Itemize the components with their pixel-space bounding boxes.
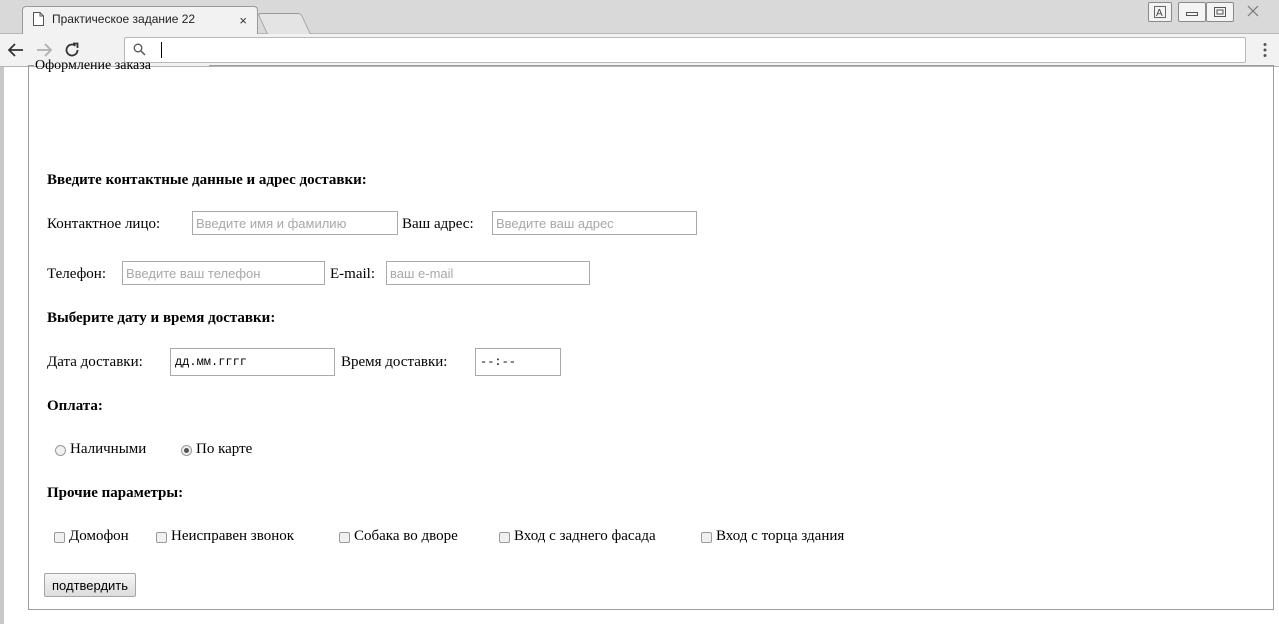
option-checkbox[interactable] <box>499 532 510 543</box>
option-label: Домофон <box>69 528 129 544</box>
text-caret <box>161 42 162 58</box>
submit-button[interactable]: подтвердить <box>44 573 137 597</box>
contact-section-heading: Введите контактные данные и адрес достав… <box>47 172 367 188</box>
profile-icon[interactable]: A <box>1148 2 1172 22</box>
new-tab-button[interactable] <box>257 13 311 34</box>
browser-toolbar <box>0 34 1279 67</box>
option-checkbox[interactable] <box>339 532 350 543</box>
payment-section-heading: Оплата: <box>47 398 103 414</box>
option-checkbox[interactable] <box>156 532 167 543</box>
browser-tab[interactable]: Практическое задание 22 × <box>22 6 258 34</box>
back-arrow-icon[interactable] <box>6 40 26 60</box>
contact-person-label: Контактное лицо: <box>47 216 161 232</box>
payment-card-label: По карте <box>196 441 253 457</box>
email-label: E-mail: <box>330 266 375 282</box>
address-label: Ваш адрес: <box>402 216 474 232</box>
option-label: Вход с заднего фасада <box>514 528 656 544</box>
tab-title: Практическое задание 22 <box>52 12 196 26</box>
address-bar[interactable] <box>124 37 1246 63</box>
payment-card-radio[interactable] <box>181 445 192 456</box>
option-checkbox[interactable] <box>701 532 712 543</box>
maximize-icon[interactable] <box>1206 2 1234 22</box>
minimize-icon[interactable] <box>1178 2 1206 22</box>
contact-person-input[interactable] <box>192 211 398 235</box>
date-input[interactable]: дд.мм.гггг <box>170 348 335 376</box>
other-section-heading: Прочие параметры: <box>47 485 184 501</box>
svg-text:A: A <box>1156 8 1163 18</box>
browser-window-frame: Практическое задание 22 × A <box>0 0 1279 67</box>
page-viewport: Оформление заказа Введите контактные дан… <box>0 58 1279 624</box>
option-label: Вход с торца здания <box>716 528 845 544</box>
datetime-section-heading: Выберите дату и время доставки: <box>47 310 276 326</box>
email-input[interactable] <box>386 261 590 285</box>
option-label: Собака во дворе <box>354 528 458 544</box>
tab-strip: Практическое задание 22 × A <box>0 0 1279 34</box>
tab-close-icon[interactable]: × <box>239 13 247 28</box>
payment-cash-label: Наличными <box>70 441 147 457</box>
phone-input[interactable] <box>122 261 325 285</box>
phone-label: Телефон: <box>47 266 106 282</box>
close-window-icon[interactable] <box>1234 2 1272 20</box>
date-label: Дата доставки: <box>47 354 143 370</box>
page-icon <box>33 12 44 26</box>
address-input[interactable] <box>492 211 697 235</box>
option-checkbox[interactable] <box>54 532 65 543</box>
time-label: Время доставки: <box>341 354 448 370</box>
time-input[interactable]: --:-- <box>475 348 561 376</box>
option-label: Неисправен звонок <box>171 528 295 544</box>
payment-cash-radio[interactable] <box>55 445 66 456</box>
menu-kebab-icon[interactable] <box>1262 42 1268 58</box>
